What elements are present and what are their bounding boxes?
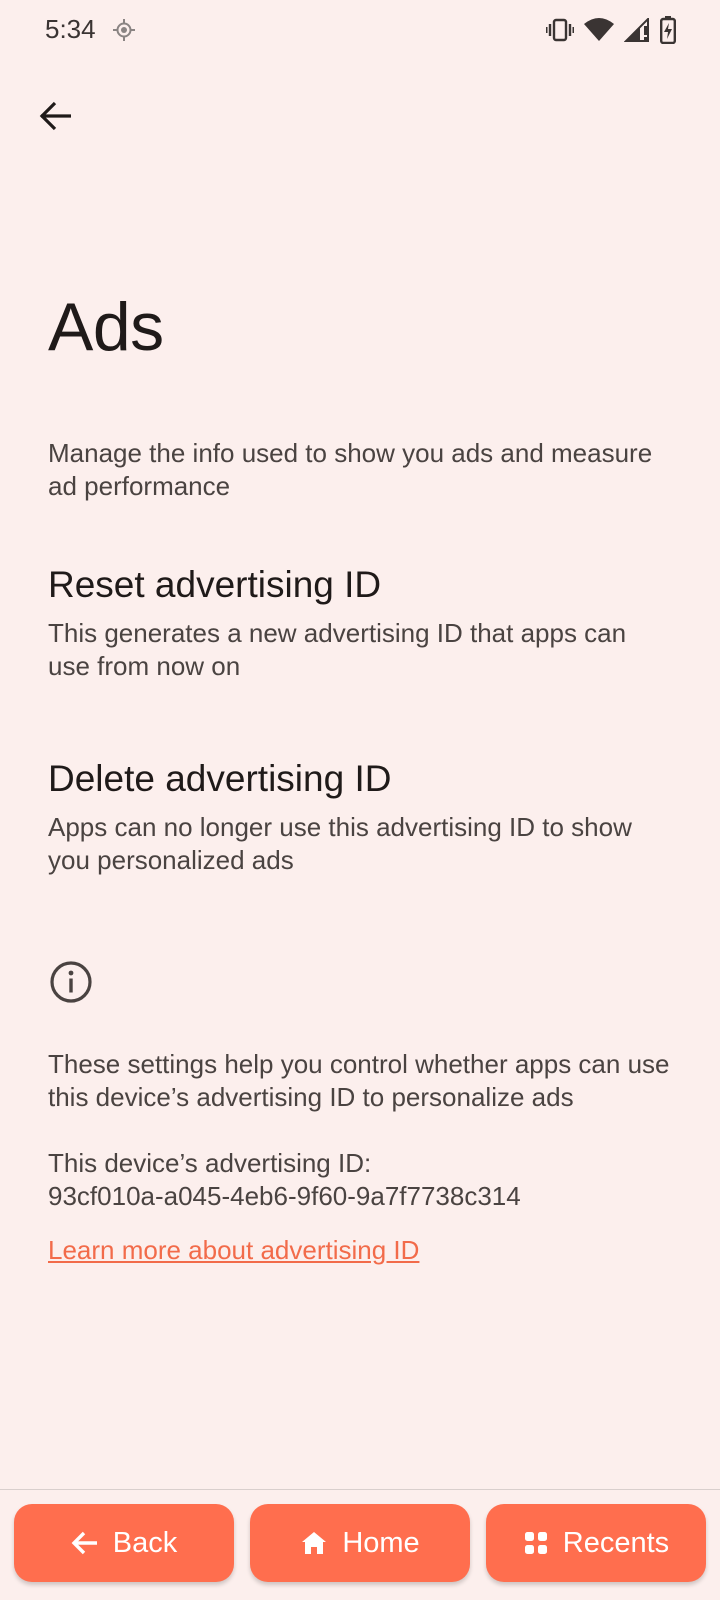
home-icon	[302, 1532, 327, 1554]
page-intro: Manage the info used to show you ads and…	[48, 438, 653, 501]
nav-home-button[interactable]: Home	[250, 1504, 470, 1582]
page-title: Ads	[48, 289, 164, 365]
reset-advertising-id-item[interactable]: Reset advertising ID This generates a ne…	[0, 563, 720, 683]
nav-back-button[interactable]: Back	[14, 1504, 234, 1582]
recents-icon	[524, 1532, 547, 1554]
vibrate-icon	[545, 17, 575, 48]
nav-back-label: Back	[112, 1526, 178, 1559]
footer-description: These settings help you control whether …	[48, 1049, 670, 1112]
signal-icon	[623, 16, 650, 47]
delete-advertising-id-item[interactable]: Delete advertising ID Apps can no longer…	[0, 757, 720, 877]
location-icon	[113, 19, 135, 46]
reset-advertising-id-summary: This generates a new advertising ID that…	[48, 618, 627, 681]
status-bar: 5:34	[0, 0, 720, 60]
status-icons	[545, 16, 677, 49]
advertising-id-value: 93cf010a-a045-4eb6-9f60-9a7f7738c314	[48, 1181, 521, 1211]
status-time: 5:34	[45, 14, 96, 44]
nav-home-label: Home	[342, 1526, 420, 1559]
arrow-back-icon	[39, 101, 71, 131]
nav-recents-label: Recents	[562, 1526, 670, 1559]
wifi-icon	[584, 18, 614, 47]
advertising-id-block: This device’s advertising ID: 93cf010a-a…	[48, 1147, 688, 1213]
delete-advertising-id-title: Delete advertising ID	[48, 758, 392, 799]
delete-advertising-id-summary: Apps can no longer use this advertising …	[48, 812, 632, 875]
battery-charging-icon	[660, 16, 677, 49]
navigation-bar: Back Home Recents	[0, 1490, 720, 1600]
arrow-back-icon	[71, 1531, 97, 1555]
learn-more-link[interactable]: Learn more about advertising ID	[48, 1235, 419, 1266]
reset-advertising-id-title: Reset advertising ID	[48, 564, 382, 605]
info-icon	[49, 960, 93, 1009]
navigate-up-button[interactable]	[34, 94, 78, 138]
nav-recents-button[interactable]: Recents	[486, 1504, 706, 1582]
advertising-id-label: This device’s advertising ID:	[48, 1148, 372, 1178]
